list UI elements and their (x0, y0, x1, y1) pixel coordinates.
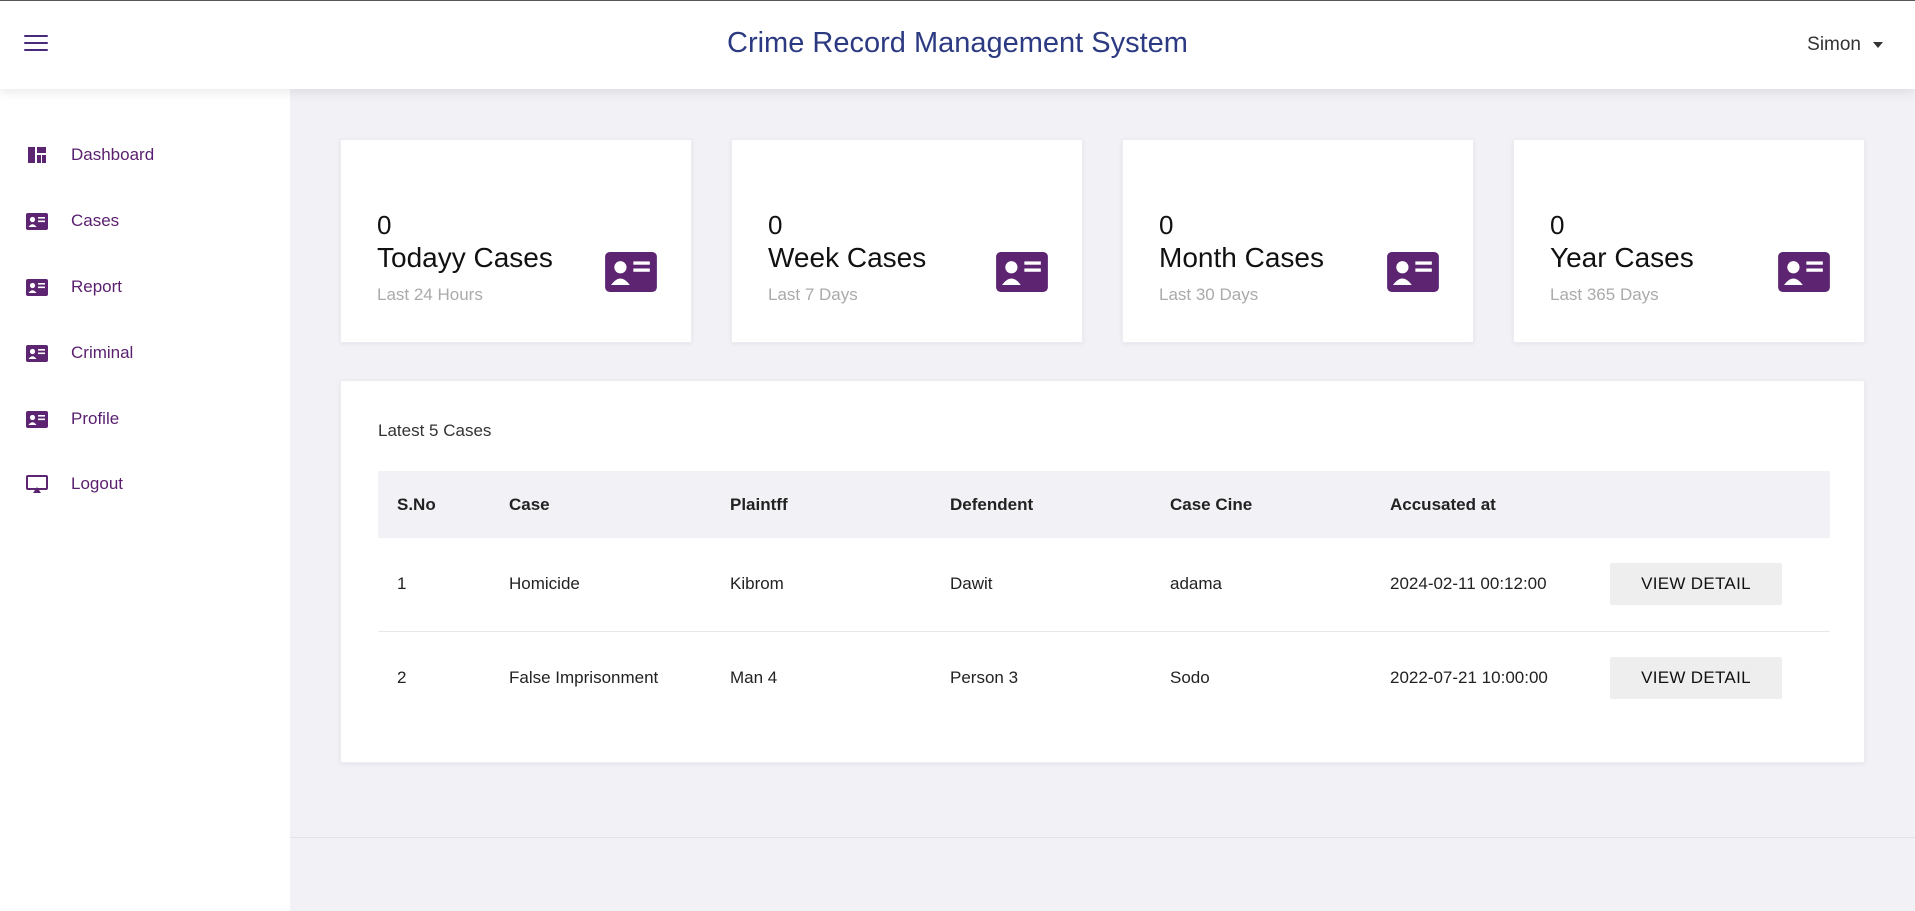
sidebar-item-report[interactable]: Report (0, 267, 290, 307)
sidebar: Dashboard Cases Report Criminal Profile … (0, 89, 290, 911)
view-detail-button[interactable]: VIEW DETAIL (1610, 563, 1782, 606)
stat-card-week: 0 Week Cases Last 7 Days (731, 139, 1083, 343)
stat-card-month: 0 Month Cases Last 30 Days (1122, 139, 1474, 343)
id-card-icon (605, 252, 657, 292)
cell-case-place: adama (1151, 538, 1371, 632)
stat-title: Week Cases (768, 242, 927, 273)
top-bar: Crime Record Management System Simon (0, 0, 1915, 89)
column-header: Plaintff (711, 471, 931, 538)
stat-count: 0 (768, 210, 783, 240)
cell-plaintiff: Man 4 (730, 667, 778, 687)
id-card-icon (26, 344, 48, 362)
caret-down-icon (1873, 42, 1883, 48)
cell-case: False Imprisonment (509, 667, 659, 687)
sidebar-item-label: Report (71, 277, 123, 296)
id-card-icon (26, 212, 48, 230)
monitor-icon (26, 474, 48, 493)
stat-title: Year Cases (1550, 242, 1694, 273)
table-row: 1 Homicide Kibrom Dawit adama 2024-02-11… (378, 538, 1830, 632)
user-menu[interactable]: Simon (1807, 34, 1883, 56)
table-header-row: S.No Case Plaintff Defendent Case Cine A… (378, 471, 1830, 538)
sidebar-item-label: Dashboard (71, 145, 155, 164)
app-title: Crime Record Management System (727, 27, 1188, 59)
stat-count: 0 (1159, 210, 1174, 240)
latest-cases-table: S.No Case Plaintff Defendent Case Cine A… (378, 471, 1830, 724)
cell-accused-at: 2022-07-21 10:00:00 (1390, 667, 1548, 687)
id-card-icon (26, 410, 48, 428)
cell-action: VIEW DETAIL (1591, 631, 1830, 724)
cell-defendant: Dawit (931, 538, 1151, 632)
stat-title: Month Cases (1159, 242, 1324, 273)
table-row: 2 False Imprisonment Man 4 Person 3 Sodo… (378, 631, 1830, 724)
stat-card-year: 0 Year Cases Last 365 Days (1513, 139, 1865, 343)
sidebar-item-label: Logout (71, 474, 123, 493)
stat-count: 0 (1550, 210, 1565, 240)
sidebar-item-cases[interactable]: Cases (0, 201, 290, 241)
id-card-icon (996, 252, 1048, 292)
sidebar-item-dashboard[interactable]: Dashboard (0, 135, 290, 175)
sidebar-item-label: Profile (71, 409, 120, 428)
stat-count: 0 (377, 210, 392, 240)
stat-title: Todayy Cases (377, 242, 553, 273)
stat-subtitle: Last 30 Days (1159, 285, 1259, 304)
column-header: Case (490, 471, 711, 538)
cell-accused-at: 2024-02-11 00:12:00 (1371, 538, 1591, 632)
sidebar-item-logout[interactable]: Logout (0, 464, 290, 504)
stat-subtitle: Last 365 Days (1550, 285, 1659, 304)
latest-cases-title: Latest 5 Cases (378, 421, 492, 440)
cell-plaintiff: Kibrom (711, 538, 931, 632)
column-header: Accusated at (1371, 471, 1591, 538)
view-detail-button[interactable]: VIEW DETAIL (1610, 656, 1782, 699)
column-header: Defendent (931, 471, 1151, 538)
column-header: S.No (378, 471, 490, 538)
latest-cases-card: Latest 5 Cases S.No Case Plaintff Defend… (340, 380, 1865, 763)
id-card-icon (1387, 252, 1439, 292)
id-card-icon (26, 278, 48, 296)
footer-divider (290, 837, 1915, 838)
stat-subtitle: Last 24 Hours (377, 285, 483, 304)
cell-sno: 2 (397, 667, 407, 687)
stat-card-today: 0 Todayy Cases Last 24 Hours (340, 139, 692, 343)
dashboard-icon (26, 146, 48, 164)
stat-subtitle: Last 7 Days (768, 285, 858, 304)
id-card-icon (1778, 252, 1830, 292)
sidebar-item-label: Cases (71, 211, 120, 230)
cell-sno: 1 (378, 538, 490, 632)
sidebar-item-criminal[interactable]: Criminal (0, 333, 290, 373)
sidebar-item-profile[interactable]: Profile (0, 399, 290, 439)
column-header (1591, 471, 1830, 538)
cell-defendant: Person 3 (950, 667, 1019, 687)
user-name: Simon (1807, 34, 1861, 55)
cell-case-place: Sodo (1170, 667, 1210, 687)
cell-action: VIEW DETAIL (1591, 538, 1830, 632)
sidebar-item-label: Criminal (71, 343, 134, 362)
column-header: Case Cine (1151, 471, 1371, 538)
cell-case: Homicide (490, 538, 711, 632)
